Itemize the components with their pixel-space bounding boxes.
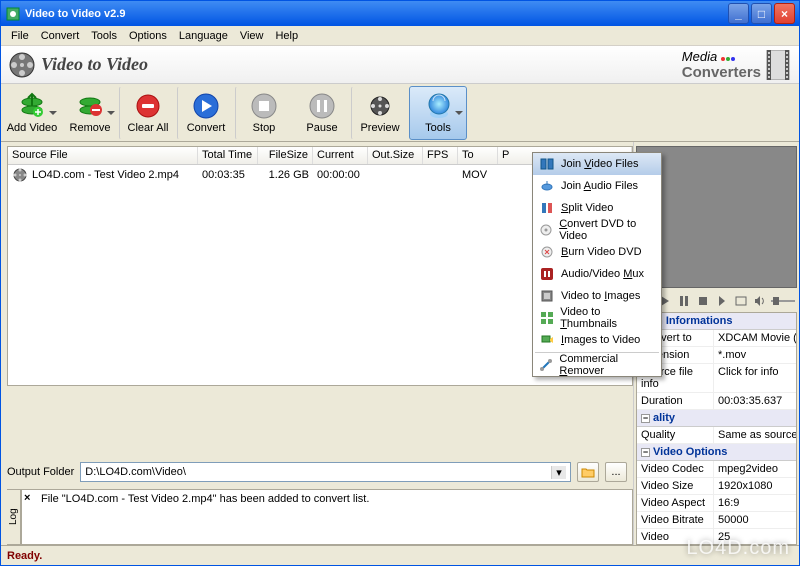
maximize-button[interactable]: □ (751, 3, 772, 24)
stop-icon (250, 92, 278, 120)
mc-stop-icon[interactable] (695, 293, 711, 309)
menu-item-icon (539, 266, 555, 282)
minimize-button[interactable]: _ (728, 3, 749, 24)
menu-tools[interactable]: Tools (85, 28, 123, 44)
menu-item-icon (539, 244, 555, 260)
play-icon (192, 92, 220, 120)
menu-item-icon (539, 310, 554, 326)
app-window: Video to Video v2.9 _ □ × File Convert T… (0, 0, 800, 566)
tools-menu-item[interactable]: Images to Video (533, 329, 661, 351)
file-icon (12, 167, 28, 183)
mc-vol-icon[interactable] (752, 293, 768, 309)
tools-menu-item[interactable]: Join Audio Files (533, 175, 661, 197)
folder-icon (581, 466, 595, 478)
pause-button[interactable]: Pause (293, 86, 351, 140)
output-folder-row: Output Folder D:\LO4D.com\Video\ ▾ ... (7, 459, 633, 485)
menu-bar: File Convert Tools Options Language View… (1, 26, 799, 46)
prop-section-header[interactable]: −ality (637, 410, 796, 427)
tools-menu-item[interactable]: Join Video Files (533, 153, 661, 175)
remove-icon (76, 92, 104, 120)
menu-item-icon (539, 222, 553, 238)
menu-item-icon (539, 332, 555, 348)
toolbar: Add Video Remove Clear All Convert Stop … (1, 84, 799, 142)
film-icon (765, 50, 791, 80)
col-source[interactable]: Source File (8, 147, 198, 164)
log-message: File "LO4D.com - Test Video 2.mp4" has b… (41, 493, 629, 505)
remove-button[interactable]: Remove (61, 86, 119, 140)
col-current[interactable]: Current (313, 147, 368, 164)
col-outsize[interactable]: Out.Size (368, 147, 423, 164)
menu-item-icon (539, 288, 555, 304)
log-close-button[interactable]: × (24, 492, 36, 504)
menu-file[interactable]: File (5, 28, 35, 44)
menu-item-icon (539, 178, 555, 194)
titlebar[interactable]: Video to Video v2.9 _ □ × (1, 1, 799, 26)
log-panel: Log × File "LO4D.com - Test Video 2.mp4"… (7, 489, 633, 545)
log-tab[interactable]: Log (7, 489, 21, 545)
add-video-button[interactable]: Add Video (3, 86, 61, 140)
col-size[interactable]: FileSize (258, 147, 313, 164)
add-video-icon (18, 92, 46, 120)
tools-dropdown: Join Video FilesJoin Audio FilesSplit Vi… (532, 152, 662, 377)
status-text: Ready. (7, 550, 42, 562)
col-to[interactable]: To (458, 147, 498, 164)
app-icon (5, 6, 21, 22)
menu-options[interactable]: Options (123, 28, 173, 44)
tools-menu-item[interactable]: Burn Video DVD (533, 241, 661, 263)
close-button[interactable]: × (774, 3, 795, 24)
col-fps[interactable]: FPS (423, 147, 458, 164)
menu-help[interactable]: Help (269, 28, 304, 44)
app-title: Video to Video (41, 54, 148, 75)
col-total[interactable]: Total Time (198, 147, 258, 164)
tools-icon (424, 92, 452, 120)
tools-menu-item[interactable]: Convert DVD to Video (533, 219, 661, 241)
reel-icon (9, 52, 35, 78)
app-header: Video to Video Media Converters (1, 46, 799, 84)
stop-button[interactable]: Stop (235, 86, 293, 140)
watermark: LO4D.com (686, 537, 790, 560)
prop-row[interactable]: Duration00:03:35.637 (637, 393, 796, 410)
tools-menu-item[interactable]: Video to Thumbnails (533, 307, 661, 329)
tools-button[interactable]: Tools (409, 86, 467, 140)
prop-row[interactable]: Video Codecmpeg2video (637, 461, 796, 478)
tools-menu-item[interactable]: Video to Images (533, 285, 661, 307)
output-folder-input[interactable]: D:\LO4D.com\Video\ ▾ (80, 462, 571, 482)
prop-row[interactable]: Video Size1920x1080 (637, 478, 796, 495)
prop-row[interactable]: QualitySame as source (637, 427, 796, 444)
prop-row[interactable]: Video Aspect16:9 (637, 495, 796, 512)
menu-view[interactable]: View (234, 28, 270, 44)
menu-item-icon (539, 357, 553, 373)
tools-menu-item[interactable]: Split Video (533, 197, 661, 219)
menu-convert[interactable]: Convert (35, 28, 86, 44)
more-button[interactable]: ... (605, 462, 627, 482)
brand-logo: Media Converters (682, 49, 791, 81)
menu-item-icon (539, 156, 555, 172)
tools-menu-item[interactable]: Audio/Video Mux (533, 263, 661, 285)
mc-pause-icon[interactable] (676, 293, 692, 309)
preview-button[interactable]: Preview (351, 86, 409, 140)
output-dropdown[interactable]: ▾ (551, 466, 566, 479)
tools-menu-item[interactable]: Commercial Remover (533, 354, 661, 376)
menu-item-icon (539, 200, 555, 216)
status-bar: Ready. (1, 545, 799, 565)
pause-icon (308, 92, 336, 120)
mc-next-icon[interactable] (714, 293, 730, 309)
window-title: Video to Video v2.9 (25, 8, 125, 20)
browse-folder-button[interactable] (577, 462, 599, 482)
mc-full-icon[interactable] (733, 293, 749, 309)
clear-all-button[interactable]: Clear All (119, 86, 177, 140)
menu-language[interactable]: Language (173, 28, 234, 44)
volume-slider[interactable] (771, 300, 795, 302)
preview-icon (366, 92, 394, 120)
convert-button[interactable]: Convert (177, 86, 235, 140)
output-folder-label: Output Folder (7, 466, 74, 478)
clear-all-icon (134, 92, 162, 120)
prop-section-header[interactable]: −Video Options (637, 444, 796, 461)
prop-row[interactable]: Video Bitrate50000 (637, 512, 796, 529)
